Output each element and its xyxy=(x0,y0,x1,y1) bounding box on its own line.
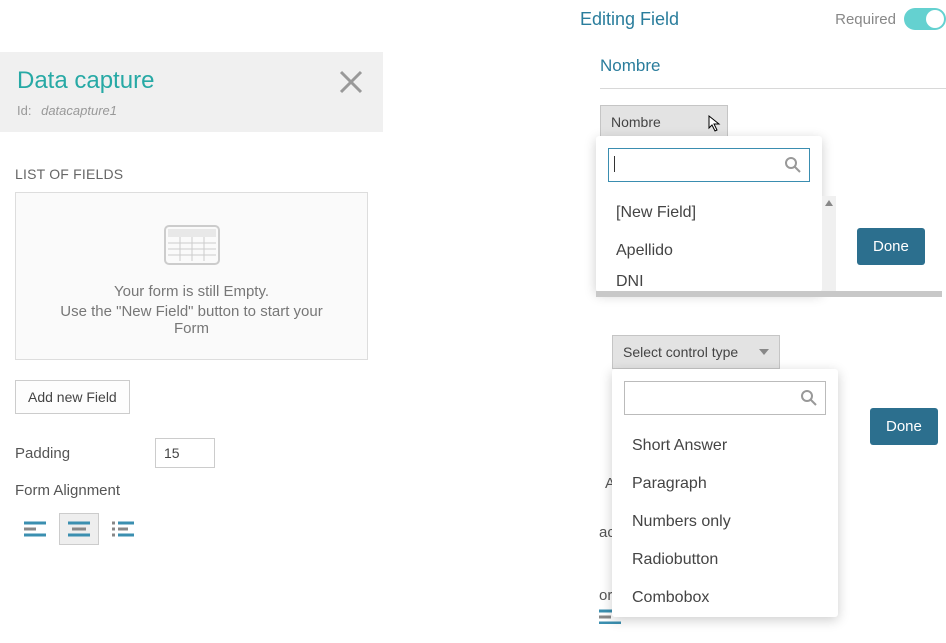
side-text-c: or xyxy=(599,587,612,604)
editing-field-title: Editing Field xyxy=(580,9,679,30)
alignment-buttons xyxy=(15,513,368,545)
field-search-input[interactable] xyxy=(608,148,810,182)
dropdown-item-combobox[interactable]: Combobox xyxy=(612,579,838,617)
align-center-button[interactable] xyxy=(59,513,99,545)
done-button[interactable]: Done xyxy=(870,408,938,445)
editing-field-panel: Editing Field Required Nombre Nombre xyxy=(580,0,946,139)
id-value: datacapture1 xyxy=(41,103,117,118)
field-select-value: Nombre xyxy=(611,114,661,130)
input-caret xyxy=(614,156,615,172)
control-type-list: Short Answer Paragraph Numbers only Radi… xyxy=(612,427,838,617)
padding-row: Padding xyxy=(15,438,368,468)
dropdown-item-numbers-only[interactable]: Numbers only xyxy=(612,503,838,541)
form-alignment-label: Form Alignment xyxy=(15,482,155,499)
dropdown-item-apellido[interactable]: Apellido xyxy=(596,232,822,270)
empty-text-1: Your form is still Empty. xyxy=(41,283,342,300)
control-type-label: Select control type xyxy=(623,344,738,360)
title-bar: Data capture Id: datacapture1 xyxy=(0,52,383,132)
chevron-down-icon xyxy=(759,349,769,355)
control-type-select-button[interactable]: Select control type xyxy=(612,335,780,369)
scrollbar-up-icon[interactable] xyxy=(822,196,836,210)
control-type-dropdown: Short Answer Paragraph Numbers only Radi… xyxy=(612,369,838,617)
field-select-button[interactable]: Nombre xyxy=(600,105,728,139)
field-name-heading: Nombre xyxy=(600,56,946,89)
id-label: Id: xyxy=(17,103,31,118)
form-alignment-row: Form Alignment xyxy=(15,482,368,499)
close-icon[interactable] xyxy=(337,68,365,99)
panel-scrollbar[interactable] xyxy=(596,291,942,297)
required-toggle[interactable] xyxy=(904,8,946,30)
align-left-button[interactable] xyxy=(15,513,55,545)
id-line: Id: datacapture1 xyxy=(17,103,366,118)
data-capture-panel: Data capture Id: datacapture1 LIST OF FI… xyxy=(0,52,383,553)
done-button[interactable]: Done xyxy=(857,228,925,265)
required-control: Required xyxy=(835,8,946,30)
control-type-search-input[interactable] xyxy=(624,381,826,415)
cursor-icon xyxy=(707,114,721,135)
field-dropdown-list: [New Field] Apellido DNI xyxy=(596,194,822,292)
dropdown-item-short-answer[interactable]: Short Answer xyxy=(612,427,838,465)
dropdown-item-paragraph[interactable]: Paragraph xyxy=(612,465,838,503)
align-list-button[interactable] xyxy=(103,513,143,545)
panel-title: Data capture xyxy=(17,67,366,95)
empty-text-2: Use the "New Field" button to start your… xyxy=(41,303,342,337)
padding-input[interactable] xyxy=(155,438,215,468)
dropdown-scrollbar[interactable] xyxy=(822,196,836,296)
add-new-field-button[interactable]: Add new Field xyxy=(15,380,130,414)
field-dropdown: [New Field] Apellido DNI xyxy=(596,136,822,292)
padding-label: Padding xyxy=(15,445,155,462)
list-of-fields-heading: LIST OF FIELDS xyxy=(15,166,368,182)
dropdown-item-dni[interactable]: DNI xyxy=(596,270,822,292)
dropdown-item-new-field[interactable]: [New Field] xyxy=(596,194,822,232)
grid-icon xyxy=(41,221,342,269)
empty-form-box: Your form is still Empty. Use the "New F… xyxy=(15,192,368,360)
required-label: Required xyxy=(835,11,896,28)
dropdown-item-radiobutton[interactable]: Radiobutton xyxy=(612,541,838,579)
editing-header: Editing Field Required xyxy=(580,0,946,30)
